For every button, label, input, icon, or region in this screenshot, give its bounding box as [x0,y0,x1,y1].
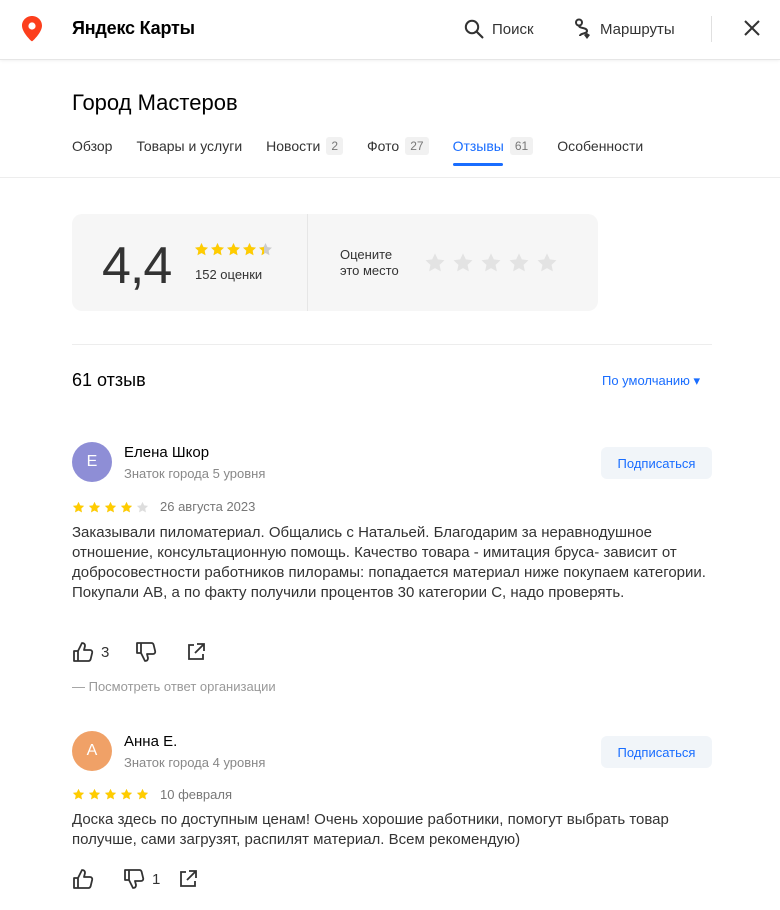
top-bar: Яндекс Карты Поиск Маршруты [0,0,780,60]
like-button[interactable] [72,868,101,890]
tab-features[interactable]: Особенности [557,135,643,157]
star-icon [259,242,272,256]
review-date: 26 августа 2023 [160,499,256,514]
star-icon [104,788,117,800]
tabs-divider [0,177,780,178]
reviews-count: 61 отзыв [72,370,146,390]
star-icon [88,788,101,800]
thumb-down-icon [124,869,145,889]
review-actions: 1 [72,868,198,890]
tab-count-badge: 2 [326,137,344,155]
star-icon [120,501,133,513]
tab-label: Отзывы [452,138,504,154]
review-author[interactable]: Анна Е. [124,733,177,750]
tab-goods-services[interactable]: Товары и услуги [136,135,242,157]
review-actions: 3 [72,641,206,663]
share-button[interactable] [178,869,198,889]
tab-label: Обзор [72,138,113,154]
page-title: Город Мастеров [72,90,238,115]
star-icon [195,242,208,256]
average-rating: 4,4 [102,237,172,295]
rate-prompt-line: это место [340,263,399,278]
rating-summary: 4,4 152 оценки Оцените это место [72,214,598,311]
tab-bar: Обзор Товары и услуги Новости 2 Фото 27 … [72,135,643,166]
rate-star-icon[interactable] [508,252,530,274]
rate-prompt-line: Оцените [340,247,393,262]
routes-button[interactable]: Маршруты [574,16,675,42]
tab-news[interactable]: Новости 2 [266,135,344,157]
author-level: Знаток города 5 уровня [124,466,266,481]
rate-stars [424,252,558,274]
star-icon [243,242,256,256]
star-icon [136,788,149,800]
tab-label: Фото [367,138,400,154]
avatar[interactable]: Е [72,442,112,482]
average-stars [194,242,273,257]
star-icon [72,501,85,513]
view-org-answer-link[interactable]: — Посмотреть ответ организации [72,679,276,694]
share-icon [180,870,198,887]
review-text: Доска здесь по доступным ценам! Очень хо… [72,811,669,848]
tab-label: Новости [266,138,321,154]
subscribe-button[interactable]: Подписаться [601,447,712,479]
header-divider [711,16,712,42]
like-button[interactable]: 3 [72,641,109,663]
subscribe-button[interactable]: Подписаться [601,736,712,768]
tab-count-badge: 27 [405,137,429,155]
star-icon [136,501,149,513]
rate-star-icon[interactable] [452,252,474,274]
review-stars [72,788,149,801]
star-icon [120,788,133,800]
map-pin-logo-icon[interactable] [22,16,42,42]
rating-count: 152 оценки [195,267,263,282]
tab-label: Особенности [557,138,644,154]
share-icon [188,643,206,660]
avatar[interactable]: А [72,731,112,771]
tab-photo[interactable]: Фото 27 [367,135,429,157]
tab-overview[interactable]: Обзор [72,135,112,157]
rate-prompt: Оцените это место [340,247,399,279]
star-icon [88,501,101,513]
divider [72,344,712,345]
dislike-button[interactable] [135,641,164,663]
routes-icon [575,18,590,39]
thumb-up-icon [73,642,94,662]
rate-star-icon[interactable] [536,252,558,274]
thumb-down-icon [136,642,157,662]
review-date: 10 февраля [160,787,232,802]
rate-star-icon[interactable] [480,252,502,274]
like-count: 3 [101,643,110,661]
search-label: Поиск [492,20,534,38]
author-level: Знаток города 4 уровня [124,755,266,770]
star-icon [72,788,85,800]
star-icon [211,242,224,256]
close-icon[interactable] [742,18,762,38]
review-author[interactable]: Елена Шкор [124,444,209,461]
routes-label: Маршруты [600,20,675,38]
tab-reviews[interactable]: Отзывы 61 [452,135,534,166]
dislike-count: 1 [152,870,161,888]
star-icon [104,501,117,513]
tab-label: Товары и услуги [136,138,243,154]
app-title[interactable]: Яндекс Карты [72,18,195,39]
dislike-button[interactable]: 1 [123,868,160,890]
review-text: Заказывали пиломатериал. Общались с Ната… [72,524,706,601]
rate-star-icon[interactable] [424,252,446,274]
star-icon [227,242,240,256]
sort-dropdown[interactable]: По умолчанию ▾ [602,373,700,389]
tab-count-badge: 61 [509,137,534,155]
share-button[interactable] [186,642,206,662]
search-button[interactable]: Поиск [464,16,534,42]
search-icon [464,19,484,39]
thumb-up-icon [73,869,94,889]
rating-divider [307,214,308,311]
review-stars [72,501,149,514]
